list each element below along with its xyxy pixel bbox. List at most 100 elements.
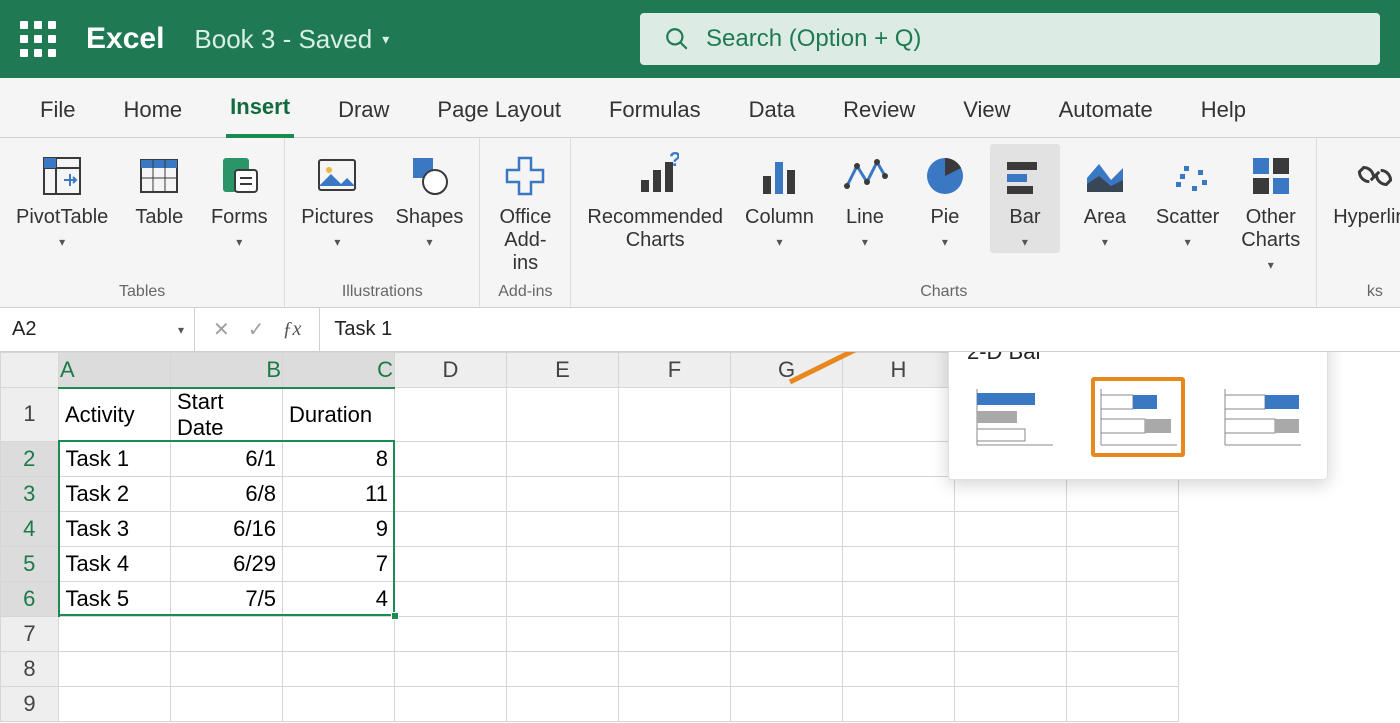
cell-H2[interactable] — [843, 441, 955, 476]
cell-E7[interactable] — [507, 616, 619, 651]
ribbon-forms-button[interactable]: Forms▾ — [204, 144, 274, 253]
cell-D9[interactable] — [395, 686, 507, 721]
cell-L8[interactable] — [1067, 651, 1179, 686]
ribbon-column-button[interactable]: Column▾ — [739, 144, 820, 253]
accept-icon[interactable]: ✓ — [248, 317, 265, 342]
cell-E5[interactable] — [507, 546, 619, 581]
ribbon-hyperlink-button[interactable]: Hyperlink — [1327, 144, 1400, 233]
column-header-D[interactable]: D — [395, 353, 507, 388]
cell-A4[interactable]: Task 3 — [59, 511, 171, 546]
chart-option-100-stacked-bar[interactable] — [1215, 377, 1309, 457]
ribbon-recommended-charts-button[interactable]: ?RecommendedCharts — [581, 144, 729, 256]
cell-F3[interactable] — [619, 476, 731, 511]
cancel-icon[interactable]: ✕ — [213, 317, 230, 342]
cell-C5[interactable]: 7 — [283, 546, 395, 581]
cell-I3[interactable] — [955, 476, 1067, 511]
cell-A8[interactable] — [59, 651, 171, 686]
cell-B2[interactable]: 6/1 — [171, 441, 283, 476]
cell-G6[interactable] — [731, 581, 843, 616]
tab-draw[interactable]: Draw — [334, 97, 393, 137]
cell-D1[interactable] — [395, 388, 507, 442]
cell-I6[interactable] — [955, 581, 1067, 616]
cell-D8[interactable] — [395, 651, 507, 686]
cell-L3[interactable] — [1067, 476, 1179, 511]
cell-L4[interactable] — [1067, 511, 1179, 546]
cell-E4[interactable] — [507, 511, 619, 546]
cell-F1[interactable] — [619, 388, 731, 442]
ribbon-pivottable-button[interactable]: PivotTable▾ — [10, 144, 114, 253]
cell-E9[interactable] — [507, 686, 619, 721]
cell-F6[interactable] — [619, 581, 731, 616]
cell-H9[interactable] — [843, 686, 955, 721]
ribbon-line-button[interactable]: Line▾ — [830, 144, 900, 253]
cell-I9[interactable] — [955, 686, 1067, 721]
cell-H8[interactable] — [843, 651, 955, 686]
row-header[interactable]: 2 — [1, 441, 59, 476]
tab-home[interactable]: Home — [119, 97, 186, 137]
cell-L6[interactable] — [1067, 581, 1179, 616]
cell-E2[interactable] — [507, 441, 619, 476]
cell-H5[interactable] — [843, 546, 955, 581]
tab-help[interactable]: Help — [1197, 97, 1250, 137]
cell-B9[interactable] — [171, 686, 283, 721]
cell-A3[interactable]: Task 2 — [59, 476, 171, 511]
cell-E6[interactable] — [507, 581, 619, 616]
cell-H3[interactable] — [843, 476, 955, 511]
fx-icon[interactable]: ƒx — [283, 318, 302, 341]
row-header[interactable]: 8 — [1, 651, 59, 686]
cell-F4[interactable] — [619, 511, 731, 546]
cell-L7[interactable] — [1067, 616, 1179, 651]
cell-C8[interactable] — [283, 651, 395, 686]
cell-B5[interactable]: 6/29 — [171, 546, 283, 581]
cell-L9[interactable] — [1067, 686, 1179, 721]
cell-E3[interactable] — [507, 476, 619, 511]
cell-H4[interactable] — [843, 511, 955, 546]
cell-G9[interactable] — [731, 686, 843, 721]
cell-A1[interactable]: Activity — [59, 388, 171, 442]
cell-F2[interactable] — [619, 441, 731, 476]
column-header-B[interactable]: B — [171, 353, 283, 388]
cell-E8[interactable] — [507, 651, 619, 686]
cell-C9[interactable] — [283, 686, 395, 721]
cell-A7[interactable] — [59, 616, 171, 651]
cell-G4[interactable] — [731, 511, 843, 546]
ribbon-other-charts-button[interactable]: OtherCharts▾ — [1235, 144, 1306, 276]
cell-A5[interactable]: Task 4 — [59, 546, 171, 581]
cell-I8[interactable] — [955, 651, 1067, 686]
row-header[interactable]: 1 — [1, 388, 59, 442]
column-header-C[interactable]: C — [283, 353, 395, 388]
cell-D3[interactable] — [395, 476, 507, 511]
column-header-F[interactable]: F — [619, 353, 731, 388]
cell-H6[interactable] — [843, 581, 955, 616]
select-all-corner[interactable] — [1, 353, 59, 388]
cell-G5[interactable] — [731, 546, 843, 581]
ribbon-pie-button[interactable]: Pie▾ — [910, 144, 980, 253]
cell-D6[interactable] — [395, 581, 507, 616]
app-launcher-icon[interactable] — [20, 21, 56, 57]
row-header[interactable]: 9 — [1, 686, 59, 721]
cell-I4[interactable] — [955, 511, 1067, 546]
cell-G7[interactable] — [731, 616, 843, 651]
cell-F5[interactable] — [619, 546, 731, 581]
search-box[interactable]: Search (Option + Q) — [640, 13, 1380, 65]
column-header-E[interactable]: E — [507, 353, 619, 388]
cell-C1[interactable]: Duration — [283, 388, 395, 442]
cell-H7[interactable] — [843, 616, 955, 651]
tab-file[interactable]: File — [36, 97, 79, 137]
cell-B8[interactable] — [171, 651, 283, 686]
cell-B7[interactable] — [171, 616, 283, 651]
cell-G8[interactable] — [731, 651, 843, 686]
ribbon-table-button[interactable]: Table — [124, 144, 194, 233]
document-title[interactable]: Book 3 - Saved ▾ — [194, 24, 389, 55]
ribbon-scatter-button[interactable]: Scatter▾ — [1150, 144, 1225, 253]
cell-A9[interactable] — [59, 686, 171, 721]
ribbon-pictures-button[interactable]: Pictures▾ — [295, 144, 379, 253]
row-header[interactable]: 5 — [1, 546, 59, 581]
cell-F8[interactable] — [619, 651, 731, 686]
row-header[interactable]: 6 — [1, 581, 59, 616]
cell-I7[interactable] — [955, 616, 1067, 651]
cell-D2[interactable] — [395, 441, 507, 476]
name-box[interactable]: A2 ▾ — [0, 308, 195, 351]
tab-automate[interactable]: Automate — [1055, 97, 1157, 137]
tab-view[interactable]: View — [959, 97, 1014, 137]
